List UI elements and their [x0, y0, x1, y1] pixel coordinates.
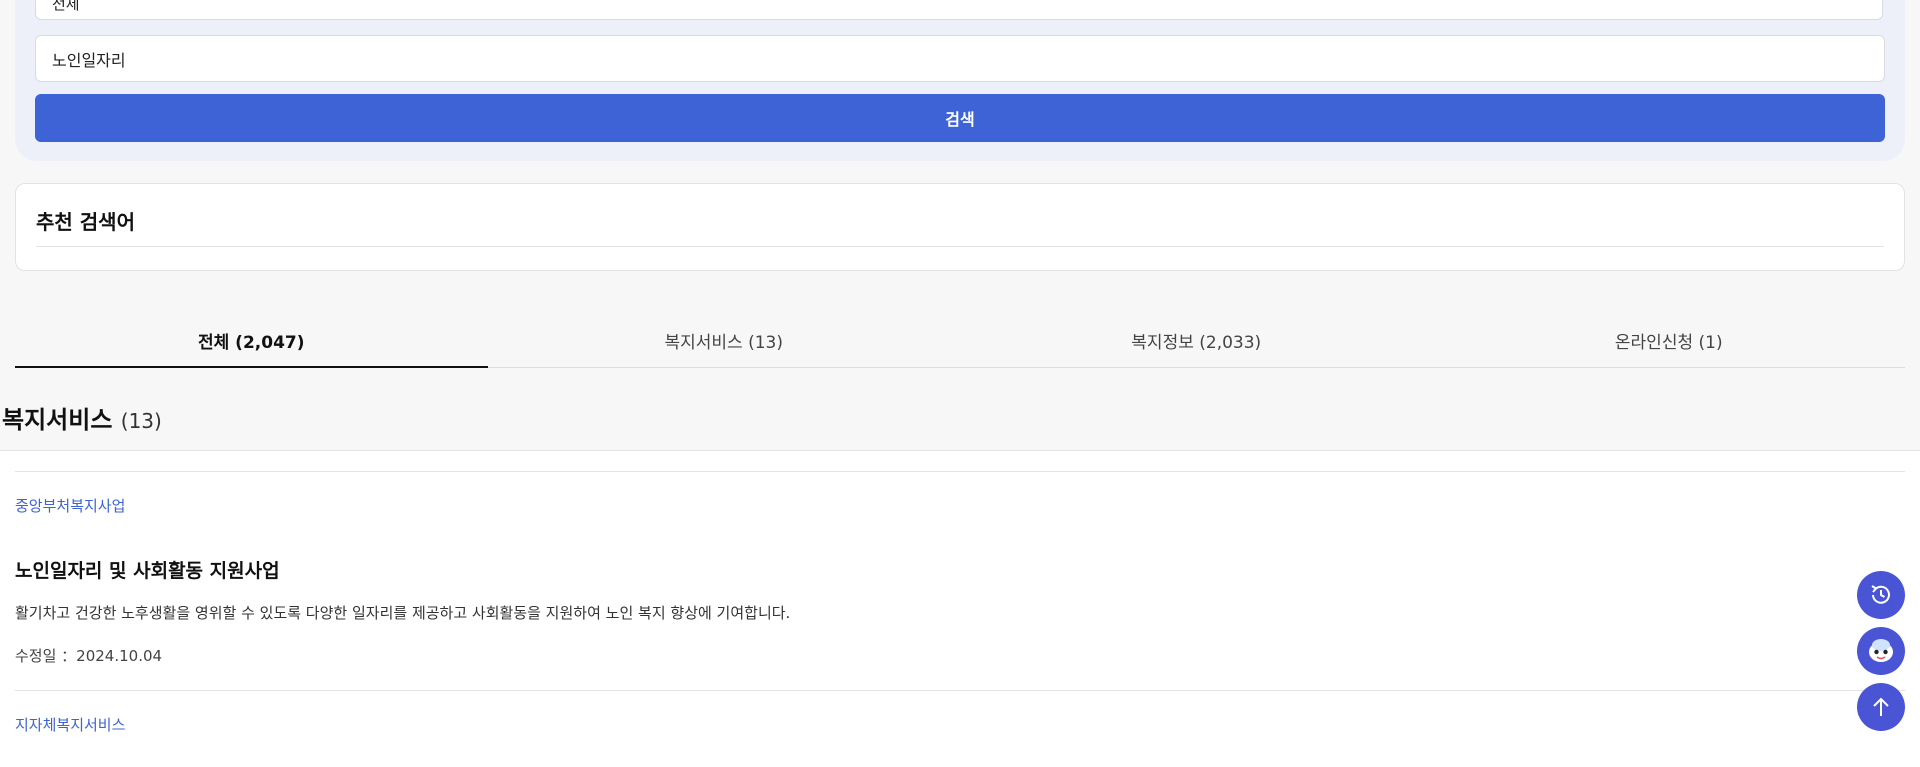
tab-welfare-service[interactable]: 복지서비스 (13) [488, 318, 961, 367]
item-title[interactable]: 노인일자리 및 사회활동 지원사업 [15, 556, 280, 583]
section-title: 복지서비스 (13) [2, 400, 162, 435]
chatbot-button[interactable] [1857, 627, 1905, 675]
tab-online-apply[interactable]: 온라인신청 (1) [1433, 318, 1906, 367]
chevron-down-icon [1846, 0, 1860, 5]
scroll-top-button[interactable] [1857, 683, 1905, 731]
result-tabs: 전체 (2,047) 복지서비스 (13) 복지정보 (2,033) 온라인신청… [15, 318, 1905, 368]
item-category-link[interactable]: 중앙부처복지사업 [15, 495, 125, 516]
item-category-link[interactable]: 지자체복지서비스 [15, 714, 125, 735]
search-input[interactable] [35, 35, 1885, 82]
section-title-text: 복지서비스 [2, 406, 113, 434]
divider [15, 471, 1905, 472]
chatbot-icon [1869, 639, 1893, 662]
divider [36, 246, 1884, 247]
category-select-value: 전체 [52, 0, 80, 13]
arrow-up-icon [1873, 697, 1889, 716]
history-icon [1871, 585, 1890, 604]
history-button[interactable] [1857, 571, 1905, 619]
category-select[interactable]: 전체 [35, 0, 1883, 20]
recommend-title: 추천 검색어 [36, 210, 135, 234]
item-date: 수정일 ：2024.10.04 [15, 647, 163, 665]
divider [15, 690, 1905, 691]
tab-welfare-info[interactable]: 복지정보 (2,033) [960, 318, 1433, 367]
search-button[interactable]: 검색 [35, 94, 1885, 142]
item-description: 활기차고 건강한 노후생활을 영위할 수 있도록 다양한 일자리를 제공하고 사… [15, 604, 791, 622]
section-count: (13) [120, 409, 162, 433]
tab-all[interactable]: 전체 (2,047) [15, 318, 488, 368]
recommend-box: 추천 검색어 [15, 183, 1905, 271]
result-list: 중앙부처복지사업 노인일자리 및 사회활동 지원사업 활기차고 건강한 노후생활… [0, 451, 1920, 767]
